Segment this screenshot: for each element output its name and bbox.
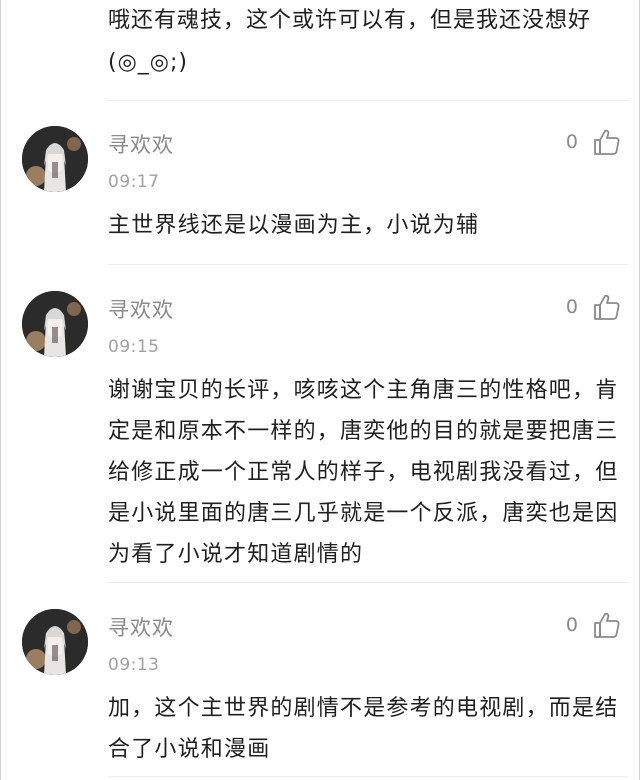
thumbs-up-icon[interactable] — [592, 292, 622, 322]
comment-time: 09:17 — [108, 172, 160, 192]
username[interactable]: 寻欢欢 — [108, 129, 174, 159]
comment-text: 谢谢宝贝的长评，咳咳这个主角唐三的性格吧，肯定是和原本不一样的，唐奕他的目的就是… — [108, 378, 619, 567]
avatar[interactable] — [22, 126, 88, 192]
username[interactable]: 寻欢欢 — [108, 294, 174, 324]
comment-text: 主世界线还是以漫画为主，小说为辅 — [108, 213, 480, 238]
thumbs-up-icon[interactable] — [592, 610, 622, 640]
like-count: 0 — [565, 131, 578, 153]
like-count: 0 — [565, 614, 578, 636]
divider — [108, 582, 628, 583]
avatar[interactable] — [22, 291, 88, 357]
avatar-icon — [22, 609, 88, 675]
divider — [108, 264, 628, 265]
avatar[interactable] — [22, 609, 88, 675]
comment-time: 09:13 — [108, 655, 160, 675]
comment-text: 加，这个主世界的剧情不是参考的电视剧，而是结合了小说和漫画 — [108, 696, 619, 762]
thumbs-up-icon[interactable] — [592, 127, 622, 157]
comment-time: 09:15 — [108, 337, 160, 357]
divider — [108, 100, 628, 101]
username[interactable]: 寻欢欢 — [108, 612, 174, 642]
avatar-icon — [22, 291, 88, 357]
divider — [108, 776, 628, 777]
avatar-icon — [22, 126, 88, 192]
left-edge — [0, 0, 1, 780]
like-count: 0 — [565, 296, 578, 318]
previous-comment-text: 哦还有魂技，这个或许可以有，但是我还没想好(◎_◎;) — [108, 8, 592, 75]
